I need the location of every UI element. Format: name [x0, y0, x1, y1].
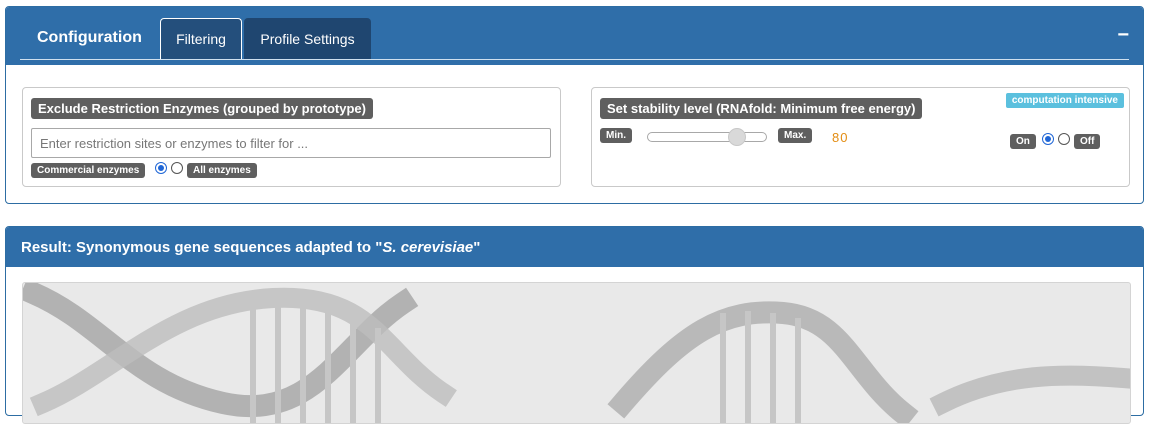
result-title: Result: Synonymous gene sequences adapte…: [21, 239, 480, 256]
commercial-enzymes-radio[interactable]: [155, 162, 167, 174]
commercial-enzymes-label: Commercial enzymes: [31, 163, 146, 178]
slider-max-label: Max.: [778, 128, 813, 143]
result-title-suffix: ": [473, 239, 481, 256]
configuration-panel: Configuration Filtering Profile Settings…: [5, 6, 1144, 204]
slider-thumb[interactable]: [728, 128, 746, 146]
slider-min-label: Min.: [600, 128, 632, 143]
dna-helix-graphic: [23, 283, 1130, 423]
stability-on-radio[interactable]: [1042, 133, 1054, 145]
result-panel: Result: Synonymous gene sequences adapte…: [5, 226, 1144, 424]
stability-slider[interactable]: [647, 128, 767, 146]
collapse-button[interactable]: −: [1117, 24, 1129, 47]
configuration-header: Configuration Filtering Profile Settings…: [6, 7, 1143, 65]
result-organism: S. cerevisiae: [382, 239, 474, 256]
all-enzymes-label: All enzymes: [187, 163, 257, 178]
result-header: Result: Synonymous gene sequences adapte…: [6, 227, 1143, 267]
tab-profile-settings[interactable]: Profile Settings: [244, 18, 371, 59]
stability-on-label: On: [1010, 134, 1036, 149]
computation-intensive-badge: computation intensive: [1005, 93, 1124, 108]
restriction-enzymes-box: Exclude Restriction Enzymes (grouped by …: [22, 87, 561, 187]
stability-off-label: Off: [1074, 134, 1101, 149]
configuration-title: Configuration: [37, 29, 142, 46]
all-enzymes-radio[interactable]: [171, 162, 183, 174]
restriction-sites-input[interactable]: [31, 128, 551, 158]
tab-filtering[interactable]: Filtering: [160, 18, 242, 59]
stability-level-box: Set stability level (RNAfold: Minimum fr…: [591, 87, 1130, 187]
stability-off-radio[interactable]: [1058, 133, 1070, 145]
restriction-enzymes-title: Exclude Restriction Enzymes (grouped by …: [31, 98, 373, 119]
stability-level-title: Set stability level (RNAfold: Minimum fr…: [600, 98, 923, 119]
header-divider: [20, 59, 1129, 60]
dna-loading-image: [22, 282, 1131, 424]
stability-value: 80: [832, 130, 849, 145]
result-title-prefix: Result: Synonymous gene sequences adapte…: [21, 239, 383, 256]
